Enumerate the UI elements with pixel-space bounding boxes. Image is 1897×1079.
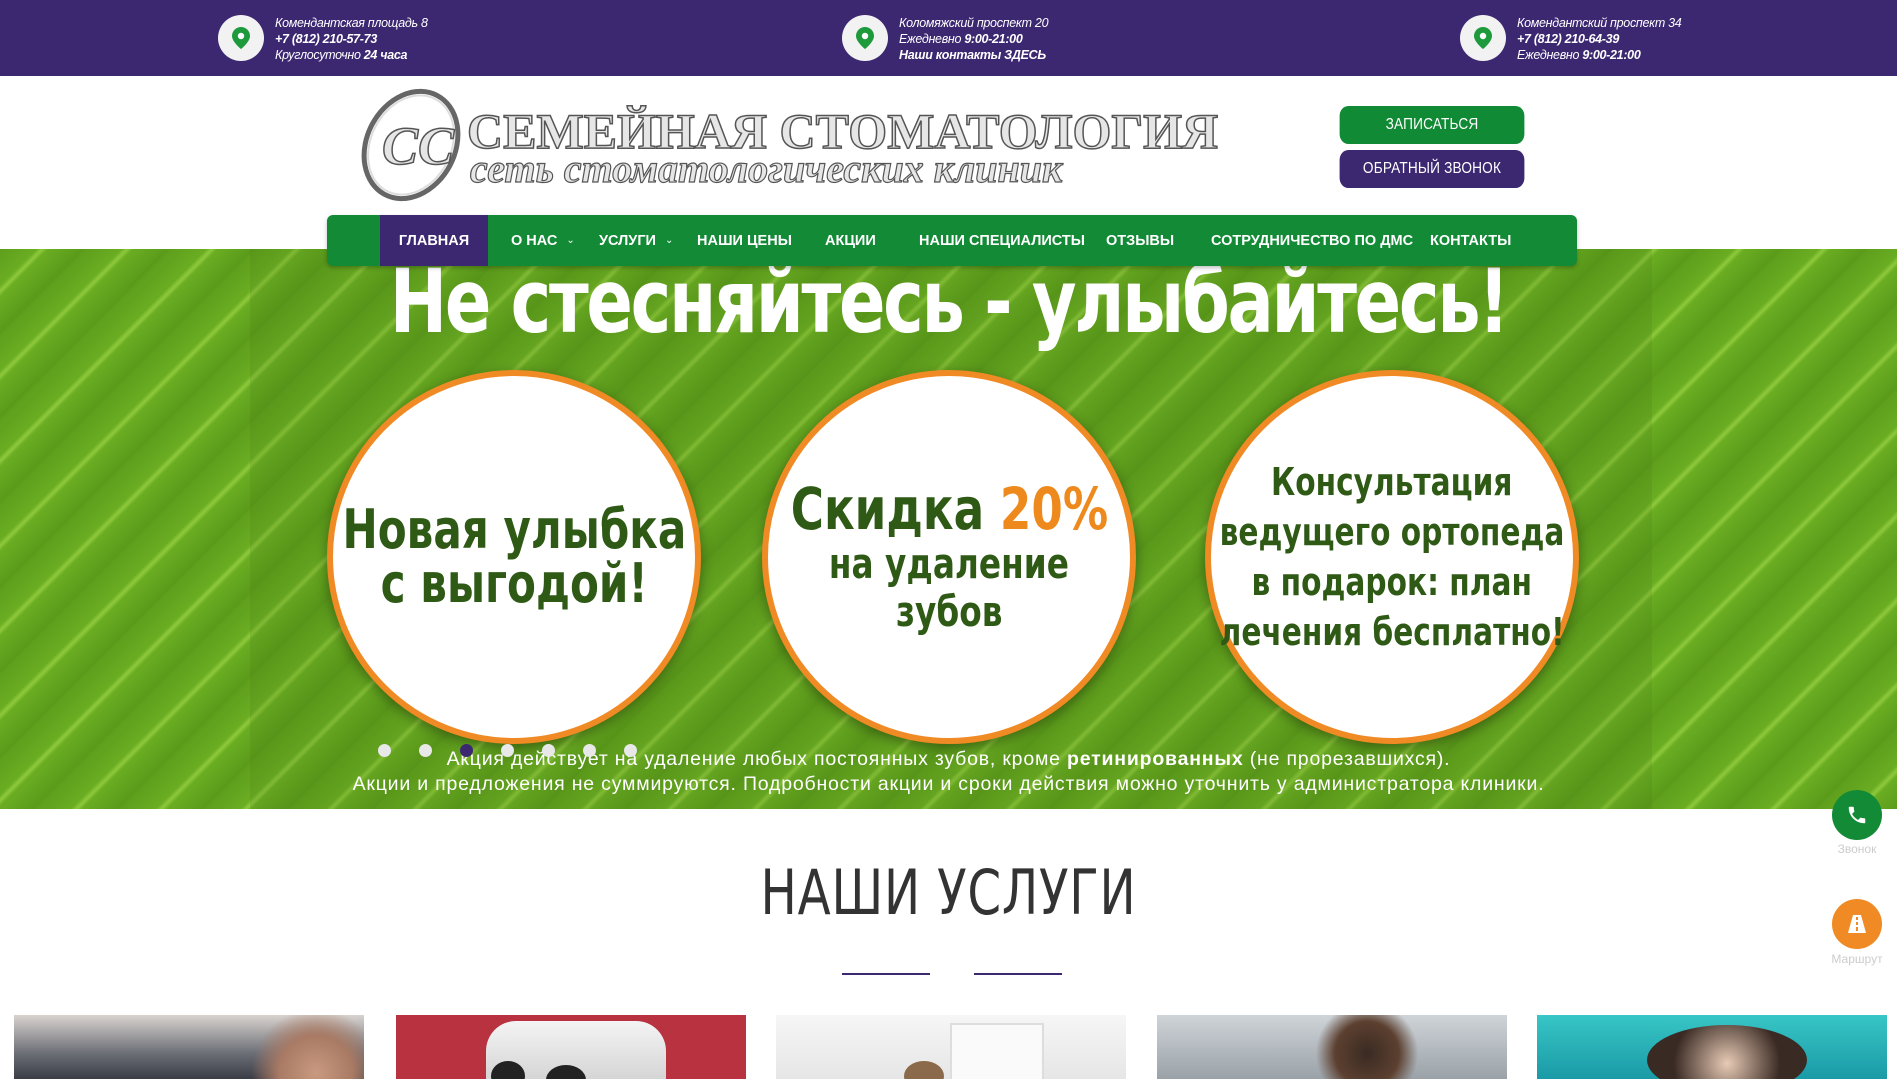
call-widget-label: Звонок	[1837, 842, 1877, 856]
chevron-down-icon: ⌄	[664, 235, 674, 246]
title-divider	[842, 973, 930, 975]
top-contact-bar: Комендантская площадь 8 +7 (812) 210-57-…	[0, 0, 1897, 76]
route-widget-label: Маршрут	[1831, 952, 1883, 966]
slider-dot[interactable]	[624, 744, 637, 757]
address: Комендантский проспект 34	[1517, 16, 1682, 30]
nav-item-services[interactable]: УСЛУГИ ⌄	[599, 215, 673, 266]
callback-button[interactable]: ОБРАТНЫЙ ЗВОНОК	[1339, 150, 1525, 188]
hero-headline: Не стесняйтесь - улыбайтесь!	[389, 250, 1510, 353]
service-card-image[interactable]	[396, 1015, 746, 1079]
book-appointment-button[interactable]: ЗАПИСАТЬСЯ	[1339, 106, 1525, 144]
chevron-down-icon: ⌄	[566, 235, 575, 246]
nav-item-promotions[interactable]: АКЦИИ	[825, 215, 876, 266]
services-section-title: НАШИ УСЛУГИ	[760, 856, 1137, 929]
service-card-image[interactable]	[1157, 1015, 1507, 1079]
promo-fine-print: Акция действует на удаление любых постоя…	[446, 748, 1451, 770]
slider-dot[interactable]	[419, 744, 432, 757]
road-icon	[1848, 915, 1866, 933]
phone-link[interactable]: +7 (812) 210-57-73	[275, 31, 428, 47]
address: Комендантская площадь 8	[275, 16, 428, 30]
map-pin-icon[interactable]	[218, 15, 264, 61]
slider-dot[interactable]	[378, 744, 391, 757]
promo-circle-new-smile: Новая улыбка с выгодой!	[327, 370, 701, 744]
phone-link[interactable]: +7 (812) 210-64-39	[1517, 31, 1681, 47]
hours: Ежедневно 9:00-21:00	[899, 32, 1023, 46]
phone-icon	[1848, 806, 1866, 824]
map-pin-icon[interactable]	[1460, 15, 1506, 61]
nav-item-contacts[interactable]: КОНТАКТЫ	[1430, 215, 1511, 266]
main-nav: ГЛАВНАЯ О НАС ⌄ УСЛУГИ ⌄ НАШИ ЦЕНЫ АКЦИИ Н…	[327, 215, 1577, 266]
svg-text:СС: СС	[382, 116, 455, 176]
service-card-image[interactable]	[776, 1015, 1126, 1079]
slider-dot[interactable]	[501, 744, 514, 757]
nav-item-reviews[interactable]: ОТЗЫВЫ	[1106, 215, 1174, 266]
slider-dot-active[interactable]	[460, 744, 473, 757]
logo-emblem-icon: СС	[361, 88, 461, 202]
slider-dot[interactable]	[542, 744, 555, 757]
nav-item-prices[interactable]: НАШИ ЦЕНЫ	[697, 215, 792, 266]
map-pin-icon[interactable]	[842, 15, 888, 61]
title-divider	[974, 973, 1062, 975]
route-widget-button[interactable]	[1832, 899, 1882, 949]
logo-subtitle: сеть стоматологических клиник	[469, 146, 1063, 191]
nav-item-home[interactable]: ГЛАВНАЯ	[380, 215, 488, 266]
address: Коломяжский проспект 20	[899, 16, 1049, 30]
nav-item-about[interactable]: О НАС ⌄	[511, 215, 575, 266]
contacts-link[interactable]: Наши контакты ЗДЕСЬ	[899, 47, 1048, 63]
promo-circle-consultation: Консультация ведущего ортопеда в подарок…	[1205, 370, 1579, 744]
call-widget-button[interactable]	[1832, 790, 1882, 840]
site-logo[interactable]: СС СЕМЕЙНАЯ СТОМАТОЛОГИЯ сеть стоматолог…	[360, 84, 1219, 209]
hours: Круглосуточно 24 часа	[275, 48, 408, 62]
promo-disclaimer: Акции и предложения не суммируются. Подр…	[352, 773, 1545, 795]
hours: Ежедневно 9:00-21:00	[1517, 48, 1641, 62]
service-card-image[interactable]	[1537, 1015, 1887, 1079]
slider-dot[interactable]	[583, 744, 596, 757]
promo-circle-discount: Скидка 20% на удаление зубов	[762, 370, 1136, 744]
nav-item-specialists[interactable]: НАШИ СПЕЦИАЛИСТЫ	[919, 215, 1085, 266]
nav-item-dms[interactable]: СОТРУДНИЧЕСТВО ПО ДМС	[1211, 215, 1413, 266]
service-card-image[interactable]	[14, 1015, 364, 1079]
